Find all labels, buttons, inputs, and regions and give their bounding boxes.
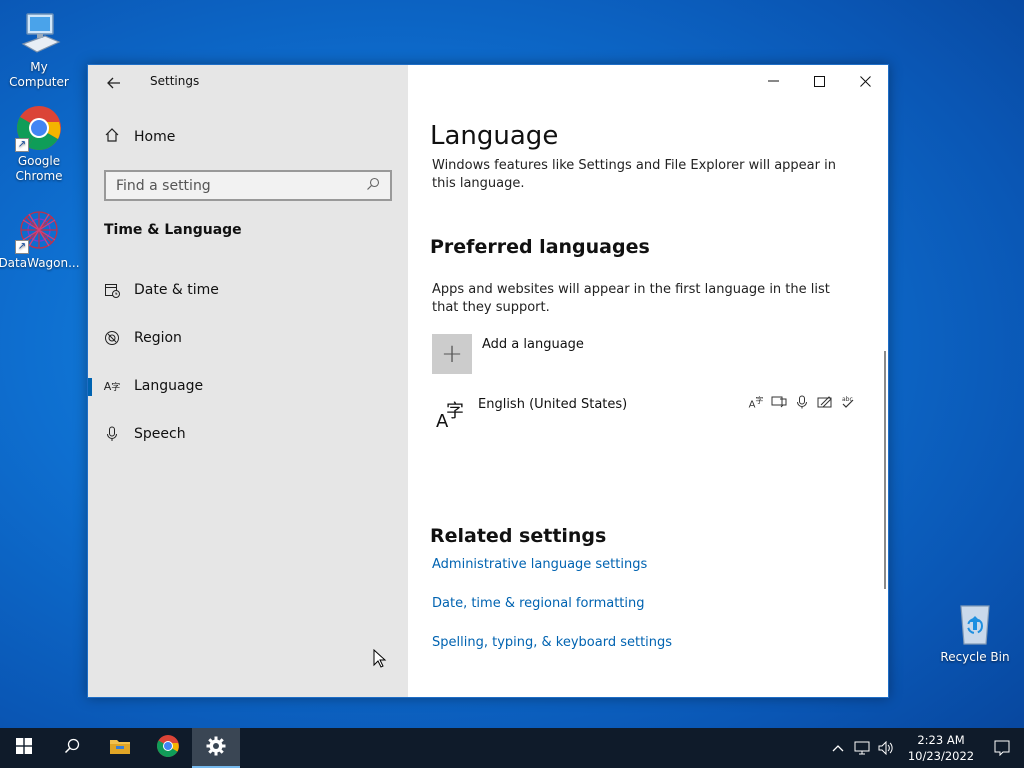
volume-icon[interactable]	[874, 741, 898, 755]
sidebar-section-title: Time & Language	[104, 222, 242, 238]
display-language-icon: A字	[748, 396, 764, 411]
language-list-item[interactable]: A字 English (United States) A字 abc	[432, 395, 862, 435]
spelling-typing-keyboard-settings-link[interactable]: Spelling, typing, & keyboard settings	[432, 635, 672, 650]
chevron-up-icon[interactable]	[826, 744, 850, 752]
text-to-speech-icon	[771, 395, 787, 413]
search-icon[interactable]	[366, 177, 380, 195]
scrollbar[interactable]	[884, 351, 886, 589]
sidebar-item-label: Home	[134, 129, 176, 145]
desktop-icon-recycle-bin[interactable]: Recycle Bin	[940, 600, 1010, 665]
home-icon	[104, 127, 120, 147]
clock-time: 2:23 AM	[917, 733, 965, 747]
close-button[interactable]	[842, 65, 888, 97]
taskbar: 2:23 AM 10/23/2022	[0, 728, 1024, 768]
recycle-bin-icon	[951, 600, 999, 648]
minimize-button[interactable]	[750, 65, 796, 97]
sidebar-item-home[interactable]: Home	[104, 127, 175, 147]
back-arrow-icon[interactable]	[104, 73, 124, 93]
desktop-icon-datawagon[interactable]: ↗ DataWagon...	[0, 206, 80, 271]
microphone-icon	[104, 426, 120, 442]
chrome-icon: ↗	[15, 104, 63, 152]
sidebar-item-label: Speech	[134, 426, 186, 442]
related-settings-title: Related settings	[430, 525, 607, 547]
sidebar-item-label: Date & time	[134, 282, 219, 298]
plus-icon: +	[432, 334, 472, 374]
calendar-clock-icon	[104, 282, 120, 298]
folder-icon	[109, 737, 131, 759]
main-content: Language Windows features like Settings …	[408, 65, 888, 697]
system-tray: 2:23 AM 10/23/2022	[826, 728, 1024, 768]
computer-icon	[15, 10, 63, 58]
search-input[interactable]: Find a setting	[104, 170, 392, 201]
file-explorer-button[interactable]	[96, 728, 144, 768]
handwriting-icon	[817, 395, 833, 413]
shortcut-arrow-icon: ↗	[15, 240, 29, 254]
desktop-icon-label: Google Chrome	[15, 154, 63, 183]
sidebar-item-date-time[interactable]: Date & time	[88, 270, 408, 310]
windows-logo-icon	[16, 738, 32, 758]
notification-icon[interactable]	[980, 740, 1024, 756]
mouse-cursor-icon	[373, 648, 387, 669]
start-button[interactable]	[0, 728, 48, 768]
administrative-language-settings-link[interactable]: Administrative language settings	[432, 557, 647, 572]
date-time-regional-formatting-link[interactable]: Date, time & regional formatting	[432, 596, 645, 611]
desktop-icon-label: DataWagon...	[0, 256, 80, 270]
network-icon[interactable]	[850, 741, 874, 755]
chrome-icon	[156, 734, 180, 762]
maximize-button[interactable]	[796, 65, 842, 97]
preferred-languages-title: Preferred languages	[430, 236, 650, 258]
sidebar-item-language[interactable]: A字 Language	[88, 366, 408, 406]
language-icon: A字	[436, 401, 464, 432]
search-placeholder: Find a setting	[116, 177, 211, 194]
desktop-icon-google-chrome[interactable]: ↗ Google Chrome	[0, 104, 78, 184]
search-button[interactable]	[48, 728, 96, 768]
globe-icon	[104, 330, 120, 346]
shortcut-arrow-icon: ↗	[15, 138, 29, 152]
preferred-languages-description: Apps and websites will appear in the fir…	[432, 282, 830, 315]
add-language-button[interactable]: + Add a language	[432, 334, 584, 374]
window-controls	[750, 65, 888, 97]
datawagon-icon: ↗	[15, 206, 63, 254]
settings-taskbar-button[interactable]	[192, 728, 240, 768]
desktop-icon-my-computer[interactable]: My Computer	[0, 10, 78, 90]
search-icon	[64, 738, 80, 758]
sidebar-item-label: Region	[134, 330, 182, 346]
spell-check-icon: abc	[840, 395, 856, 413]
sidebar-item-speech[interactable]: Speech	[88, 414, 408, 454]
add-language-label: Add a language	[482, 337, 584, 352]
settings-window: Settings Home Find a setting Time & Lang…	[87, 64, 889, 698]
desktop-icon-label: Recycle Bin	[940, 650, 1010, 664]
window-title: Settings	[150, 74, 200, 88]
chrome-taskbar-button[interactable]	[144, 728, 192, 768]
taskbar-clock[interactable]: 2:23 AM 10/23/2022	[902, 732, 980, 764]
gear-icon	[206, 736, 226, 760]
clock-date: 10/23/2022	[907, 749, 975, 763]
language-description: Windows features like Settings and File …	[432, 158, 836, 191]
desktop-icon-label: My Computer	[9, 60, 69, 89]
sidebar-item-region[interactable]: Region	[88, 318, 408, 358]
page-title: Language	[430, 121, 559, 151]
sidebar: Settings Home Find a setting Time & Lang…	[88, 65, 408, 697]
language-name: English (United States)	[478, 397, 628, 412]
language-icon: A字	[103, 379, 121, 393]
sidebar-item-label: Language	[134, 378, 204, 394]
language-features: A字 abc	[748, 395, 856, 413]
speech-recognition-icon	[794, 395, 810, 413]
